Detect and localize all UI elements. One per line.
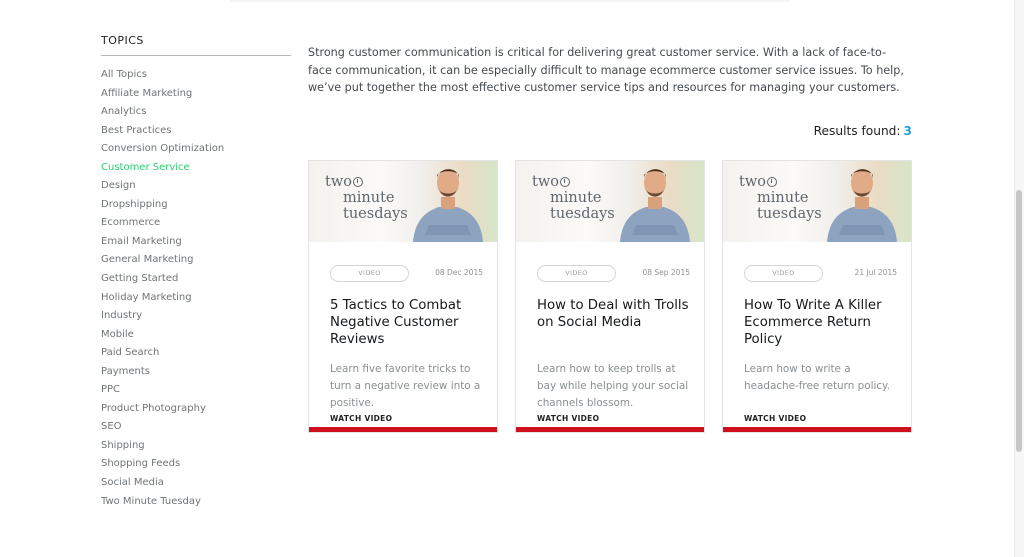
- card-title[interactable]: How To Write A Killer Ecommerce Return P…: [744, 297, 899, 349]
- sidebar-item-best-practices[interactable]: Best Practices: [101, 122, 291, 141]
- sidebar-item-customer-service[interactable]: Customer Service: [101, 159, 291, 178]
- sidebar-item-two-minute-tuesday[interactable]: Two Minute Tuesday: [101, 493, 291, 512]
- sidebar-item-general-marketing[interactable]: General Marketing: [101, 251, 291, 270]
- watch-video-link[interactable]: WATCH VIDEO: [744, 414, 806, 423]
- content-type-badge: VIDEO: [744, 265, 823, 282]
- video-thumbnail[interactable]: two minute tuesdays: [309, 161, 497, 242]
- sidebar-item-social-media[interactable]: Social Media: [101, 474, 291, 493]
- video-thumbnail[interactable]: two minute tuesdays: [516, 161, 704, 242]
- watch-video-link[interactable]: WATCH VIDEO: [537, 414, 599, 423]
- sidebar-item-ppc[interactable]: PPC: [101, 381, 291, 400]
- card-title[interactable]: How to Deal with Trolls on Social Media: [537, 297, 692, 331]
- article-card[interactable]: two minute tuesdays VIDEO 08 Sep 2015 Ho…: [515, 160, 705, 433]
- sidebar-item-holiday-marketing[interactable]: Holiday Marketing: [101, 289, 291, 308]
- publish-date: 08 Dec 2015: [435, 268, 483, 277]
- results-count: 3: [903, 124, 912, 138]
- sidebar-item-email-marketing[interactable]: Email Marketing: [101, 233, 291, 252]
- card-title[interactable]: 5 Tactics to Combat Negative Customer Re…: [330, 297, 485, 349]
- sidebar-item-payments[interactable]: Payments: [101, 363, 291, 382]
- card-accent-bar: [309, 427, 497, 432]
- presenter-image: [413, 169, 483, 242]
- sidebar-item-seo[interactable]: SEO: [101, 418, 291, 437]
- sidebar-item-mobile[interactable]: Mobile: [101, 326, 291, 345]
- topics-heading: TOPICS: [101, 34, 291, 56]
- publish-date: 21 Jul 2015: [854, 268, 897, 277]
- sidebar-item-industry[interactable]: Industry: [101, 307, 291, 326]
- clock-icon: [559, 177, 570, 187]
- two-minute-tuesdays-logo: two minute tuesdays: [739, 174, 822, 222]
- article-card[interactable]: two minute tuesdays VIDEO 08 Dec 2015 5 …: [308, 160, 498, 433]
- topic-list: All Topics Affiliate Marketing Analytics…: [101, 66, 291, 511]
- card-description: Learn five favorite tricks to turn a neg…: [330, 363, 481, 410]
- video-thumbnail[interactable]: two minute tuesdays: [723, 161, 911, 242]
- presenter-image: [827, 169, 897, 242]
- sidebar-item-analytics[interactable]: Analytics: [101, 103, 291, 122]
- content-type-badge: VIDEO: [330, 265, 409, 282]
- sidebar-item-getting-started[interactable]: Getting Started: [101, 270, 291, 289]
- sidebar-item-ecommerce[interactable]: Ecommerce: [101, 214, 291, 233]
- sidebar-item-conversion-optimization[interactable]: Conversion Optimization: [101, 140, 291, 159]
- scrollbar-thumb[interactable]: [1016, 190, 1022, 452]
- sidebar-item-all-topics[interactable]: All Topics: [101, 66, 291, 85]
- results-label: Results found:: [813, 124, 901, 138]
- publish-date: 08 Sep 2015: [642, 268, 690, 277]
- sidebar-item-design[interactable]: Design: [101, 177, 291, 196]
- card-accent-bar: [516, 427, 704, 432]
- page-scrollbar[interactable]: [1014, 0, 1024, 557]
- presenter-image: [620, 169, 690, 242]
- article-card[interactable]: two minute tuesdays VIDEO 21 Jul 2015 Ho…: [722, 160, 912, 433]
- card-description: Learn how to keep trolls at bay while he…: [537, 363, 689, 410]
- sidebar-item-dropshipping[interactable]: Dropshipping: [101, 196, 291, 215]
- intro-text: Strong customer communication is critica…: [308, 46, 904, 94]
- card-description: Learn how to write a headache-free retur…: [744, 363, 891, 393]
- clock-icon: [352, 177, 363, 187]
- card-accent-bar: [723, 427, 911, 432]
- sidebar-item-paid-search[interactable]: Paid Search: [101, 344, 291, 363]
- clock-icon: [766, 177, 777, 187]
- header-shadow: [230, 0, 790, 3]
- watch-video-link[interactable]: WATCH VIDEO: [330, 414, 392, 423]
- content-type-badge: VIDEO: [537, 265, 616, 282]
- two-minute-tuesdays-logo: two minute tuesdays: [325, 174, 408, 222]
- sidebar-item-product-photography[interactable]: Product Photography: [101, 400, 291, 419]
- card-meta: VIDEO 08 Dec 2015: [330, 265, 483, 283]
- card-meta: VIDEO 08 Sep 2015: [537, 265, 690, 283]
- sidebar-item-affiliate-marketing[interactable]: Affiliate Marketing: [101, 85, 291, 104]
- sidebar-item-shopping-feeds[interactable]: Shopping Feeds: [101, 455, 291, 474]
- card-meta: VIDEO 21 Jul 2015: [744, 265, 897, 283]
- results-found: Results found: 3: [814, 124, 912, 138]
- two-minute-tuesdays-logo: two minute tuesdays: [532, 174, 615, 222]
- topics-sidebar: TOPICS All Topics Affiliate Marketing An…: [101, 34, 291, 511]
- sidebar-item-shipping[interactable]: Shipping: [101, 437, 291, 456]
